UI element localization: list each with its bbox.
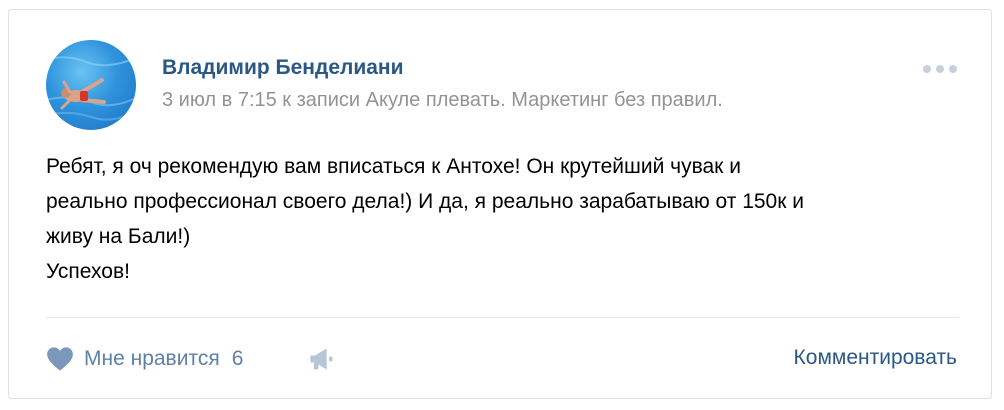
post-text-line: живу на Бали!) (46, 225, 191, 248)
like-label: Мне нравится (84, 347, 220, 370)
post-text-line: реально профессионал своего дела!) И да,… (46, 190, 804, 213)
like-button[interactable]: Мне нравится 6 (46, 344, 243, 374)
post-card: Владимир Бенделиани 3 июл в 7:15 к запис… (8, 9, 992, 399)
post-text-line: Ребят, я оч рекомендую вам вписаться к А… (46, 155, 741, 178)
author-name[interactable]: Владимир Бенделиани (162, 56, 404, 80)
dot (949, 65, 957, 73)
divider (46, 317, 959, 318)
avatar-image (46, 56, 136, 121)
avatar[interactable] (46, 40, 136, 130)
more-dots-icon[interactable] (923, 62, 963, 76)
post-text-line: Успехов! (46, 260, 130, 283)
post-meta[interactable]: 3 июл в 7:15 к записи Акуле плевать. Мар… (162, 89, 723, 112)
dot (923, 65, 931, 73)
dot (936, 65, 944, 73)
megaphone-icon[interactable] (308, 346, 336, 372)
post-text: Ребят, я оч рекомендую вам вписаться к А… (46, 149, 966, 289)
comment-button[interactable]: Комментировать (794, 346, 957, 370)
heart-icon (47, 347, 73, 371)
like-count: 6 (231, 347, 244, 370)
